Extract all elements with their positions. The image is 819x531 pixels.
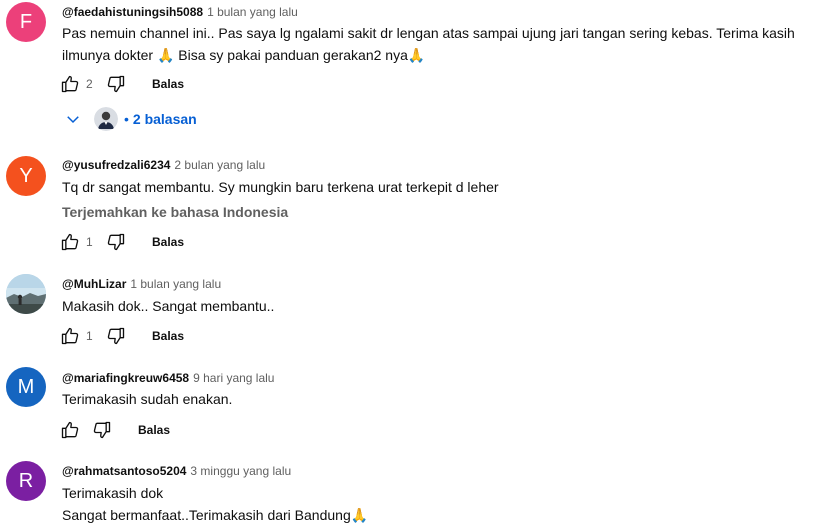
author-name[interactable]: @yusufredzali6234 — [62, 158, 170, 172]
avatar-letter: F — [19, 10, 33, 33]
like-button[interactable] — [60, 326, 80, 346]
thumbs-down-icon — [107, 233, 125, 251]
chevron-down-icon — [64, 110, 82, 128]
comment-time[interactable]: 3 minggu yang lalu — [190, 464, 291, 478]
avatar[interactable]: Y — [6, 156, 46, 196]
thumbs-down-icon — [107, 75, 125, 93]
pray-emoji: 🙏 — [350, 508, 369, 524]
pray-emoji: 🙏 — [156, 48, 175, 64]
comment-text: Pas nemuin channel ini.. Pas saya lg nga… — [62, 22, 802, 67]
dislike-button[interactable] — [106, 326, 126, 346]
comment-line: Sangat bermanfaat..Terimakasih dari Band… — [62, 504, 802, 527]
like-button[interactable] — [60, 232, 80, 252]
comment-time[interactable]: 2 bulan yang lalu — [174, 158, 265, 172]
comment-line: Terimakasih sudah enakan. — [62, 391, 233, 407]
replies-separator: • — [124, 111, 129, 127]
comment-actions: 2 Balas — [60, 72, 184, 96]
dislike-button[interactable] — [106, 74, 126, 94]
like-count: 1 — [86, 235, 93, 249]
author-name[interactable]: @mariafingkreuw6458 — [62, 371, 189, 385]
view-replies-button[interactable]: • 2 balasan — [64, 104, 197, 134]
like-count: 1 — [86, 329, 93, 343]
dislike-button[interactable] — [106, 232, 126, 252]
reply-button[interactable]: Balas — [138, 423, 170, 437]
comment-line: ilmunya dokter 🙏 Bisa sy pakai panduan g… — [62, 44, 802, 67]
avatar[interactable]: F — [6, 2, 46, 42]
reply-button[interactable]: Balas — [152, 77, 184, 91]
thumbs-down-icon — [93, 421, 111, 439]
author-name[interactable]: @faedahistuningsih5088 — [62, 5, 203, 19]
author-name[interactable]: @rahmatsantoso5204 — [62, 464, 186, 478]
replies-count-label: 2 balasan — [132, 111, 197, 127]
comment-actions: Balas — [60, 418, 170, 442]
reply-button[interactable]: Balas — [152, 235, 184, 249]
comment-meta: @mariafingkreuw6458 9 hari yang lalu — [62, 371, 274, 385]
thumbs-up-icon — [61, 233, 79, 251]
avatar-letter: Y — [19, 164, 33, 187]
thumbs-up-icon — [61, 75, 79, 93]
comment-text: Terimakasih sudah enakan. — [62, 388, 802, 410]
translate-link[interactable]: Terjemahkan ke bahasa Indonesia — [62, 204, 288, 220]
comment-actions: 1 Balas — [60, 230, 184, 254]
comment-line: Makasih dok.. Sangat membantu.. — [62, 298, 275, 314]
comment-text: Tq dr sangat membantu. Sy mungkin baru t… — [62, 176, 802, 198]
comment-text: Makasih dok.. Sangat membantu.. — [62, 295, 802, 317]
comment-time[interactable]: 1 bulan yang lalu — [207, 5, 298, 19]
comment-text: Terimakasih dok Sangat bermanfaat..Terim… — [62, 482, 802, 527]
comment-time[interactable]: 9 hari yang lalu — [193, 371, 274, 385]
like-button[interactable] — [60, 420, 80, 440]
comment-line-part: ilmunya dokter — [62, 47, 154, 63]
avatar[interactable] — [6, 274, 46, 314]
comment-line: Pas nemuin channel ini.. Pas saya lg nga… — [62, 25, 795, 41]
reply-button[interactable]: Balas — [152, 329, 184, 343]
thumbs-up-icon — [61, 421, 79, 439]
pray-emoji: 🙏 — [407, 48, 426, 64]
avatar[interactable]: R — [6, 461, 46, 501]
author-name[interactable]: @MuhLizar — [62, 277, 126, 291]
avatar-letter: R — [18, 469, 34, 492]
avatar-letter: M — [17, 375, 35, 398]
comment-meta: @MuhLizar 1 bulan yang lalu — [62, 277, 221, 291]
comment-line: Terimakasih dok — [62, 485, 164, 501]
thumbs-down-icon — [107, 327, 125, 345]
comment-meta: @yusufredzali6234 2 bulan yang lalu — [62, 158, 265, 172]
like-count: 2 — [86, 77, 93, 91]
comment-line-part: Sangat bermanfaat..Terimakasih dari Band… — [62, 507, 351, 523]
dislike-button[interactable] — [92, 420, 112, 440]
comment-line: Tq dr sangat membantu. Sy mungkin baru t… — [62, 179, 499, 195]
comment-meta: @rahmatsantoso5204 3 minggu yang lalu — [62, 464, 291, 478]
thumbs-up-icon — [61, 327, 79, 345]
comment-line-part: Bisa sy pakai panduan gerakan2 nya — [174, 47, 408, 63]
comment-time[interactable]: 1 bulan yang lalu — [130, 277, 221, 291]
reply-author-avatar — [94, 107, 118, 131]
comment-actions: 1 Balas — [60, 324, 184, 348]
landscape-photo-avatar — [6, 274, 46, 314]
avatar[interactable]: M — [6, 367, 46, 407]
like-button[interactable] — [60, 74, 80, 94]
comment-meta: @faedahistuningsih5088 1 bulan yang lalu — [62, 5, 298, 19]
